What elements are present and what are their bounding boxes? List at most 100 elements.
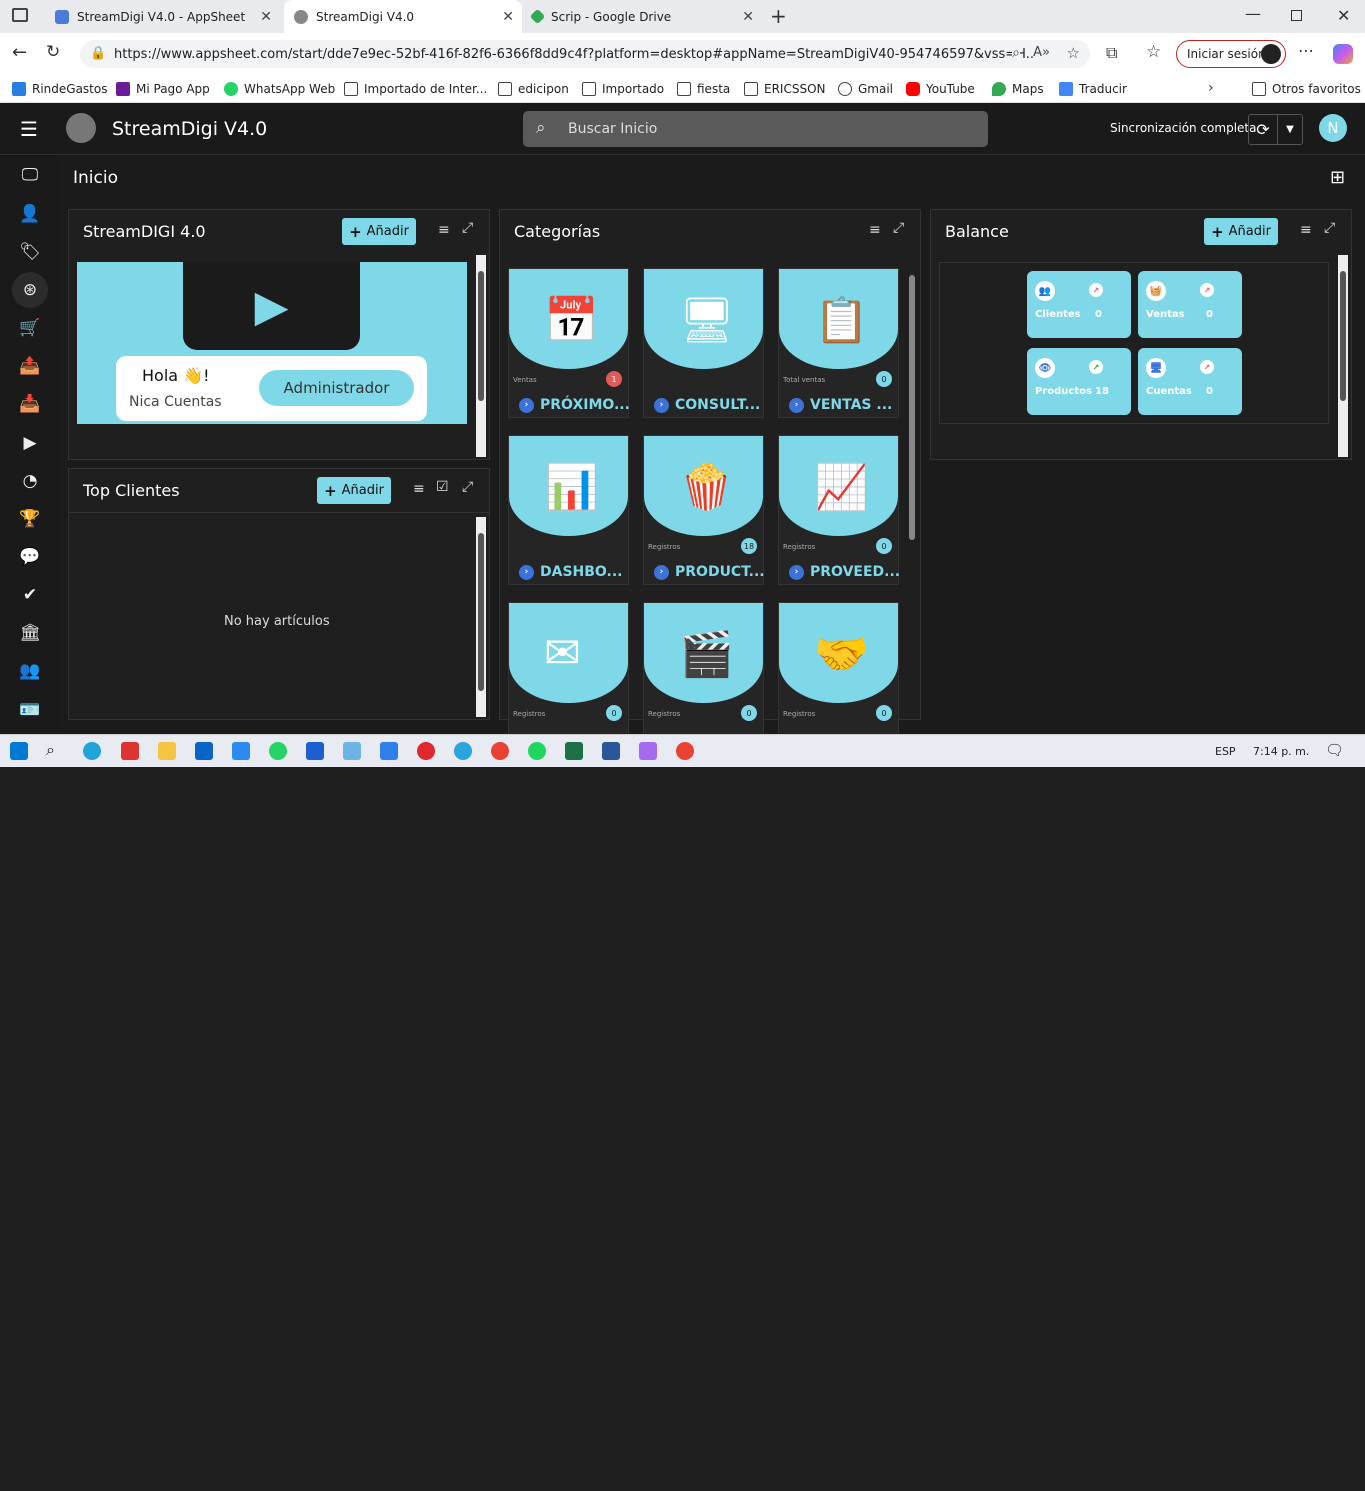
minimize-icon[interactable]: — [1245, 4, 1261, 23]
category-card[interactable]: 📊 › DASHBO... [508, 435, 629, 585]
sync-button[interactable]: ⟳ [1248, 114, 1278, 145]
user-icon[interactable]: 👤 [18, 202, 42, 226]
site-info-icon[interactable]: 🔒 [90, 46, 106, 61]
bookmark-mi-pago-app[interactable]: Mi Pago App [116, 75, 210, 103]
category-card[interactable]: 🤝 Registros 0 [778, 602, 899, 752]
add-button[interactable]: + Añadir [1204, 218, 1278, 245]
close-window-icon[interactable]: ✕ [1337, 6, 1350, 25]
file-upload-icon[interactable]: 📤 [18, 354, 42, 378]
tray-chevron-up-icon[interactable]: ⌃ [1093, 1477, 1103, 1491]
bookmark-folder-edicipon[interactable]: edicipon [498, 75, 569, 103]
category-card[interactable]: 🍿 Registros 18 › PRODUCT... [643, 435, 765, 585]
users-icon[interactable]: 👥 [18, 659, 42, 683]
bank-icon[interactable]: 🏛 [18, 621, 42, 645]
opera-icon[interactable] [417, 742, 435, 760]
bookmark-folder-importado[interactable]: Importado [582, 75, 664, 103]
language-indicator[interactable]: ESP [1215, 745, 1236, 758]
edge-icon[interactable] [83, 742, 101, 760]
cart-icon[interactable]: 🛒 [18, 316, 42, 340]
spotify-icon[interactable] [528, 742, 546, 760]
chat-icon[interactable]: 💬 [18, 545, 42, 569]
filter-icon[interactable]: ≡ [438, 222, 450, 238]
category-card[interactable]: 🎬 Registros 0 [643, 602, 764, 752]
notifications-icon[interactable]: 🗨 [1325, 741, 1344, 759]
bookmark-whatsapp[interactable]: WhatsApp Web [224, 75, 335, 103]
chrome-icon[interactable] [676, 742, 694, 760]
file-explorer-icon[interactable] [158, 742, 176, 760]
close-tab-icon[interactable]: ✕ [260, 9, 272, 25]
contact-card-icon[interactable]: 🪪 [18, 698, 42, 722]
tab-google-drive[interactable]: Scrip - Google Drive ✕ [522, 0, 762, 33]
pie-chart-icon[interactable]: ◔ [18, 469, 42, 493]
signin-button[interactable]: Iniciar sesión [1176, 40, 1286, 68]
restore-icon[interactable] [1291, 10, 1302, 21]
stat-ventas[interactable]: 🧺 ↗ Ventas 0 [1138, 271, 1242, 338]
panel-scrollbar[interactable] [476, 255, 486, 457]
tab-streamdigi[interactable]: StreamDigi V4.0 ✕ [284, 0, 522, 33]
category-card[interactable]: 🖥 › CONSULT... [643, 268, 764, 418]
bookmark-gmail[interactable]: Gmail [838, 75, 893, 103]
sync-dropdown-button[interactable]: ▼ [1277, 114, 1303, 145]
play-circle-icon[interactable]: ▶ [18, 431, 42, 455]
favorites-icon[interactable]: ☆ [1146, 42, 1161, 62]
notepad-icon[interactable] [343, 742, 361, 760]
clock[interactable]: 7:14 p. m. [1253, 745, 1309, 758]
scroll-thumb[interactable] [478, 533, 484, 691]
bookmark-rindegastos[interactable]: RindeGastos [12, 75, 107, 103]
expand-icon[interactable]: ⤢ [462, 220, 473, 236]
monitor-icon[interactable]: 🖵 [18, 163, 42, 187]
bookmark-folder-ericsson[interactable]: ERICSSON [744, 75, 826, 103]
scroll-thumb[interactable] [909, 275, 915, 540]
store-icon[interactable] [232, 742, 250, 760]
panel-scrollbar[interactable] [476, 517, 486, 717]
category-card[interactable]: ✉ Registros 0 [508, 602, 629, 752]
windows-start-icon[interactable] [10, 742, 28, 760]
chevron-right-icon[interactable]: › [1208, 80, 1214, 96]
stat-cuentas[interactable]: 🖥 ↗ Cuentas 0 [1138, 348, 1242, 415]
expand-icon[interactable]: ⤢ [1324, 220, 1335, 236]
trophy-icon[interactable]: 🏆 [18, 507, 42, 531]
category-card[interactable]: 📅 Ventas 1 › PRÓXIMO... [508, 268, 630, 418]
search-input[interactable]: ⌕ Buscar Inicio [523, 111, 988, 147]
add-favorite-icon[interactable]: ☆ [1066, 44, 1080, 62]
mail-icon[interactable] [195, 742, 213, 760]
administrador-button[interactable]: Administrador [259, 370, 414, 406]
more-icon[interactable]: ⋯ [1298, 41, 1314, 60]
tags-icon[interactable]: 🏷 [18, 240, 42, 264]
filter-icon[interactable]: ≡ [413, 481, 425, 497]
steering-wheel-icon[interactable]: ⊛ [12, 272, 48, 308]
zoom-icon[interactable]: ⌕ [1012, 45, 1020, 61]
panel-scrollbar[interactable] [907, 255, 917, 717]
extensions-icon[interactable]: ⧉ [1106, 43, 1117, 63]
search-icon[interactable]: ⌕ [46, 740, 64, 759]
filter-icon[interactable]: ≡ [869, 222, 881, 238]
add-button[interactable]: + Añadir [317, 477, 391, 504]
bookmark-youtube[interactable]: YouTube [906, 75, 975, 103]
close-tab-icon[interactable]: ✕ [502, 9, 514, 25]
bookmark-maps[interactable]: Maps [992, 75, 1044, 103]
category-card[interactable]: 📈 Registros 0 › PROVEED... [778, 435, 900, 585]
back-icon[interactable]: ← [12, 42, 27, 63]
excel-icon[interactable] [565, 742, 583, 760]
tab-actions-icon[interactable] [12, 8, 28, 22]
scroll-thumb[interactable] [478, 271, 484, 401]
checkbox-icon[interactable]: ☑ [436, 479, 449, 495]
scroll-thumb[interactable] [1340, 271, 1346, 401]
video-player[interactable]: ▶ [183, 262, 360, 350]
expand-icon[interactable]: ⤢ [462, 479, 473, 495]
stat-clientes[interactable]: 👥 ↗ Clientes 0 [1027, 271, 1131, 338]
word-icon[interactable] [602, 742, 620, 760]
read-aloud-icon[interactable]: A» [1033, 45, 1050, 60]
panel-scrollbar[interactable] [1338, 255, 1348, 457]
bookmark-folder-fiesta[interactable]: fiesta [677, 75, 730, 103]
bookmark-other-favorites[interactable]: Otros favoritos [1252, 75, 1361, 103]
app-icon[interactable] [121, 742, 139, 760]
filter-icon[interactable]: ≡ [1300, 222, 1312, 238]
hamburger-menu-icon[interactable]: ☰ [20, 117, 38, 141]
whatsapp-icon[interactable] [269, 742, 287, 760]
close-tab-icon[interactable]: ✕ [742, 9, 754, 25]
url-field[interactable]: 🔒 https://www.appsheet.com/start/dde7e9e… [80, 40, 1090, 68]
app-icon[interactable] [639, 742, 657, 760]
category-card[interactable]: 📋 Total ventas 0 › VENTAS ... [778, 268, 899, 418]
new-tab-icon[interactable]: + [770, 4, 787, 28]
